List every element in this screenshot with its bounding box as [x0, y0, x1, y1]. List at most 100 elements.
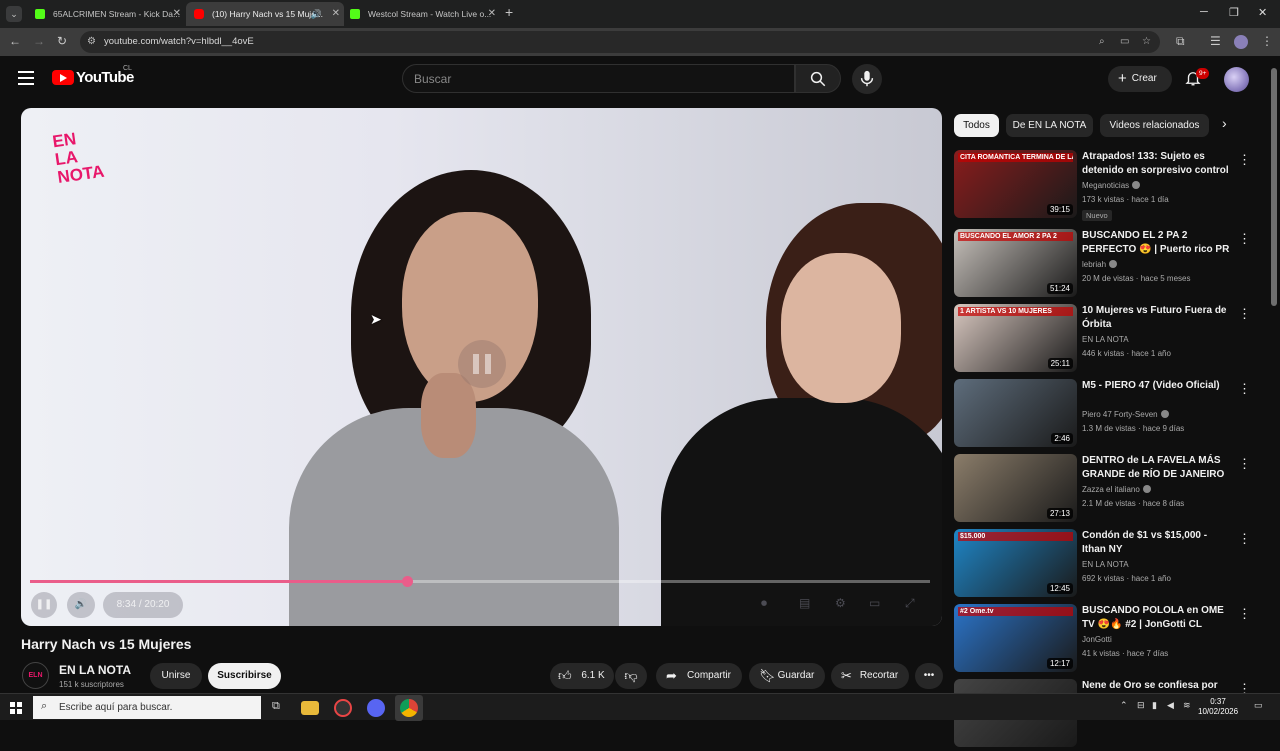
- subscribe-button[interactable]: Suscribirse: [208, 663, 281, 689]
- tray-arrow-icon[interactable]: ⌃: [1120, 700, 1128, 711]
- recommendation-title[interactable]: Atrapados! 133: Sujeto es detenido en so…: [1082, 150, 1232, 179]
- recommendation-channel[interactable]: lebriah: [1082, 260, 1118, 269]
- recommendation-item[interactable]: #2 Ome.tv 12:17 BUSCANDO POLOLA en OME TV …: [954, 604, 1254, 676]
- more-options-icon[interactable]: ⋮: [1238, 606, 1251, 622]
- close-tab-icon[interactable]: ✕: [173, 2, 181, 26]
- chip-from-channel[interactable]: De EN LA NOTA: [1006, 114, 1093, 137]
- windows-start-icon[interactable]: [10, 702, 22, 714]
- recommendation-channel[interactable]: JonGotti: [1082, 635, 1112, 644]
- volume-icon[interactable]: 🔊: [67, 592, 95, 618]
- theater-mode-icon[interactable]: ▭: [869, 596, 880, 610]
- zoom-icon[interactable]: ⌕: [1099, 36, 1105, 47]
- reading-list-icon[interactable]: ☰: [1210, 34, 1221, 48]
- fullscreen-icon[interactable]: ⤢: [905, 596, 915, 611]
- video-thumbnail[interactable]: $15.000 12:45: [954, 529, 1077, 597]
- like-button[interactable]: 👍︎ 6.1 K: [550, 663, 614, 689]
- system-clock[interactable]: 0:37 10/02/2026: [1198, 697, 1238, 717]
- more-options-icon[interactable]: ⋮: [1238, 381, 1251, 397]
- account-avatar[interactable]: [1224, 67, 1249, 92]
- restore-icon[interactable]: ❐: [1229, 6, 1239, 19]
- forward-icon[interactable]: →: [33, 34, 45, 48]
- close-window-icon[interactable]: ✕: [1258, 6, 1267, 19]
- reload-icon[interactable]: ↻: [57, 34, 67, 48]
- video-thumbnail[interactable]: BUSCANDO EL AMOR 2 PA 2 51:24: [954, 229, 1077, 297]
- more-options-icon[interactable]: ⋮: [1238, 231, 1251, 247]
- subtitles-icon[interactable]: ▤: [799, 596, 810, 610]
- site-info-icon[interactable]: ⚙: [87, 36, 96, 47]
- recommendation-item[interactable]: CITA ROMÁNTICA TERMINA DE LA PEOR MANERA…: [954, 150, 1254, 222]
- close-tab-icon[interactable]: ✕: [488, 2, 496, 26]
- chip-related[interactable]: Videos relacionados: [1100, 114, 1209, 137]
- video-thumbnail[interactable]: 1 ARTISTA VS 10 MUJERES 25:11: [954, 304, 1077, 372]
- close-tab-icon[interactable]: ✕: [332, 2, 340, 26]
- autoplay-toggle-icon[interactable]: ⏺: [761, 596, 767, 611]
- progress-bar[interactable]: [30, 576, 930, 587]
- recommendation-title[interactable]: BUSCANDO POLOLA en OME TV 😍🔥 #2 | JonGot…: [1082, 604, 1232, 632]
- menu-icon[interactable]: [18, 71, 34, 85]
- channel-name[interactable]: EN LA NOTA: [59, 663, 131, 677]
- voice-search-button[interactable]: [852, 64, 882, 94]
- page-scrollbar[interactable]: [1271, 68, 1277, 306]
- speaker-tray-icon[interactable]: ◀: [1167, 700, 1174, 711]
- search-button[interactable]: [795, 64, 841, 93]
- recommendation-title[interactable]: DENTRO de LA FAVELA MÁS GRANDE de RÍO DE…: [1082, 454, 1232, 483]
- save-button[interactable]: 🔖︎ Guardar: [749, 663, 825, 689]
- pause-button[interactable]: ❚❚: [31, 592, 57, 618]
- task-view-icon[interactable]: ⧉: [272, 700, 280, 713]
- cast-icon[interactable]: ▭: [1120, 36, 1129, 47]
- search-input[interactable]: Buscar: [402, 64, 795, 93]
- recommendation-item[interactable]: 2:46 M5 - PIERO 47 (Video Oficial) Piero 4…: [954, 379, 1254, 451]
- browser-tab-3[interactable]: Westcol Stream - Watch Live o... ✕: [342, 2, 500, 26]
- video-thumbnail[interactable]: 2:46: [954, 379, 1077, 447]
- back-icon[interactable]: ←: [9, 34, 21, 48]
- video-player[interactable]: EN LA NOTA ➤ ❚❚ 🔊 8:34 / 20:20 ⏺ ▤ ⚙ ▭ ⤢: [21, 108, 942, 626]
- chevron-right-icon[interactable]: ›: [1222, 115, 1227, 131]
- recommendation-title[interactable]: M5 - PIERO 47 (Video Oficial): [1082, 379, 1232, 393]
- browser-tab-1[interactable]: 65ALCRIMEN Stream - Kick Da... ✕: [27, 2, 185, 26]
- recommendation-channel[interactable]: EN LA NOTA: [1082, 335, 1129, 344]
- share-button[interactable]: ➦ Compartir: [656, 663, 742, 689]
- more-actions-button[interactable]: •••: [915, 663, 943, 689]
- recommendation-channel[interactable]: Meganoticias: [1082, 181, 1141, 190]
- recommendation-item[interactable]: BUSCANDO EL AMOR 2 PA 2 51:24 BUSCANDO EL …: [954, 229, 1254, 301]
- chip-all[interactable]: Todos: [954, 114, 999, 137]
- channel-avatar[interactable]: ELN: [22, 662, 49, 689]
- recommendation-title[interactable]: Condón de $1 vs $15,000 - Ithan NY: [1082, 529, 1232, 557]
- extensions-icon[interactable]: ⧉: [1176, 34, 1185, 49]
- recommendation-item[interactable]: 1 ARTISTA VS 10 MUJERES 25:11 10 Mujeres v…: [954, 304, 1254, 376]
- chrome-taskbar-button[interactable]: [395, 695, 423, 721]
- recommendation-title[interactable]: Nene de Oro se confiesa por: [1082, 679, 1232, 693]
- discord-icon[interactable]: [367, 699, 385, 717]
- file-explorer-icon[interactable]: [301, 701, 319, 715]
- join-button[interactable]: Unirse: [150, 663, 202, 689]
- notification-center-icon[interactable]: ▭: [1254, 700, 1263, 711]
- progress-scrubber[interactable]: [402, 576, 413, 587]
- browser-tab-2[interactable]: (10) Harry Nach vs 15 Muje... 🔊 ✕: [186, 2, 344, 26]
- recommendation-title[interactable]: 10 Mujeres vs Futuro Fuera de Órbita: [1082, 304, 1232, 332]
- microphone-tray-icon[interactable]: ▮: [1152, 700, 1157, 711]
- create-button[interactable]: + Crear: [1108, 66, 1172, 92]
- more-options-icon[interactable]: ⋮: [1238, 152, 1251, 168]
- recommendation-item[interactable]: 27:13 DENTRO de LA FAVELA MÁS GRANDE de R…: [954, 454, 1254, 526]
- more-options-icon[interactable]: ⋮: [1238, 306, 1251, 322]
- video-thumbnail[interactable]: CITA ROMÁNTICA TERMINA DE LA PEOR MANERA…: [954, 150, 1077, 218]
- network-icon[interactable]: ⊟: [1137, 700, 1145, 711]
- video-thumbnail[interactable]: #2 Ome.tv 12:17: [954, 604, 1077, 672]
- profile-icon[interactable]: [1234, 35, 1248, 49]
- settings-gear-icon[interactable]: ⚙: [835, 596, 846, 610]
- new-tab-button[interactable]: +: [505, 4, 513, 20]
- chrome-menu-icon[interactable]: ⋮: [1261, 34, 1273, 48]
- tab-search-button[interactable]: ⌄: [6, 6, 22, 22]
- recommendation-channel[interactable]: Zazza el italiano: [1082, 485, 1151, 494]
- recommendation-channel[interactable]: Piero 47 Forty-Seven: [1082, 410, 1169, 419]
- speaker-icon[interactable]: 🔊: [311, 2, 322, 26]
- more-options-icon[interactable]: ⋮: [1238, 456, 1251, 472]
- dislike-button[interactable]: 👎︎: [615, 663, 647, 689]
- recommendation-item[interactable]: $15.000 12:45 Condón de $1 vs $15,000 - It…: [954, 529, 1254, 601]
- wifi-icon[interactable]: ≋: [1183, 700, 1191, 711]
- video-thumbnail[interactable]: 27:13: [954, 454, 1077, 522]
- taskbar-search-input[interactable]: ⌕ Escribe aquí para buscar.: [33, 696, 261, 719]
- recommendation-channel[interactable]: EN LA NOTA: [1082, 560, 1129, 569]
- clip-button[interactable]: ✂ Recortar: [831, 663, 909, 689]
- bookmark-star-icon[interactable]: ☆: [1142, 36, 1151, 47]
